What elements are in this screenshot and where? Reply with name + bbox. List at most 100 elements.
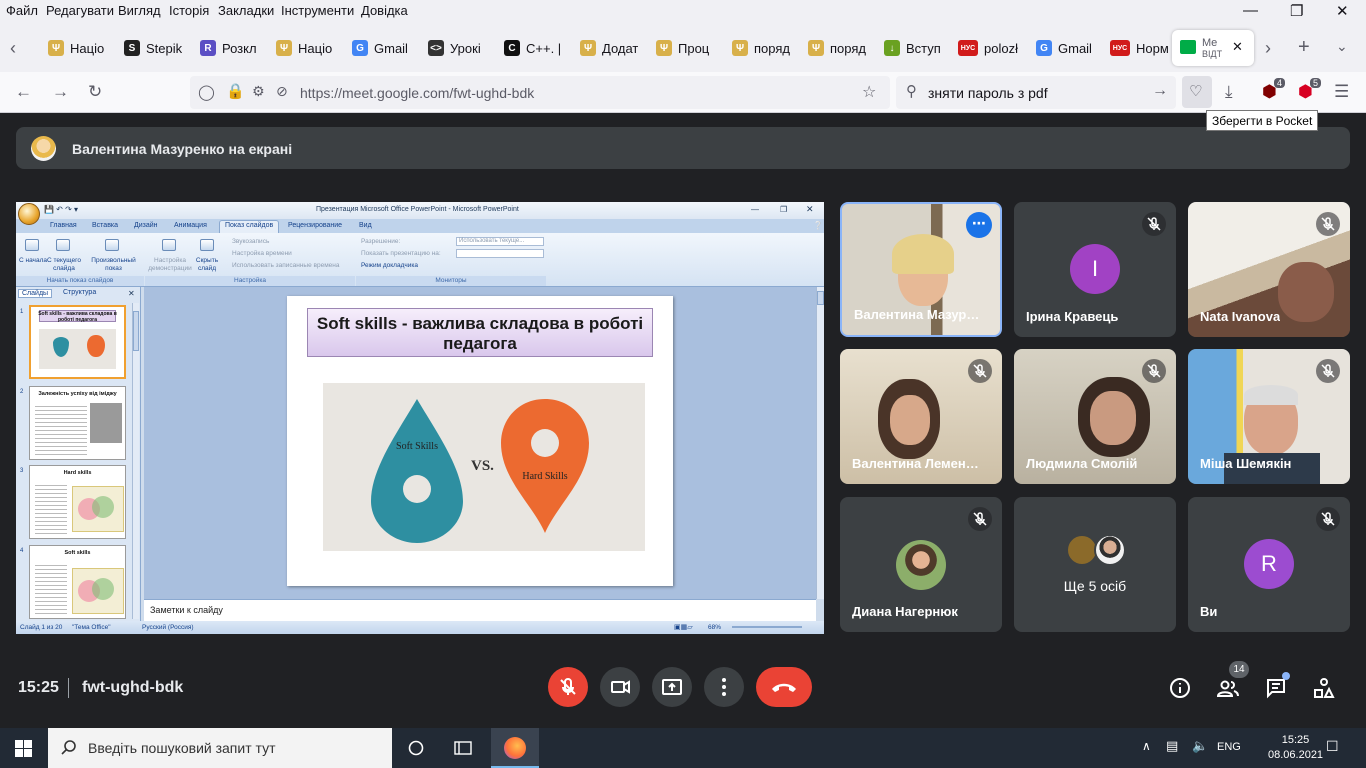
thumbs-scrollbar[interactable] [132,303,139,619]
show-on-select[interactable] [456,249,544,258]
tab-12[interactable]: НУС polozł [958,36,1020,60]
restore-icon[interactable]: ❐ [1290,2,1303,20]
tab-13[interactable]: G Gmail [1036,36,1094,60]
menu-file[interactable]: Файл [6,3,38,18]
search-input[interactable]: зняти пароль з pdf [928,85,1048,101]
tab-5[interactable]: <> Урокі [428,36,486,60]
rehearse-timings-button[interactable]: Настройка времени [232,250,292,258]
new-tab-icon[interactable]: + [1298,36,1310,59]
quick-access-icons[interactable]: 💾 ↶ ↷ ▾ [44,205,78,214]
close-pane-icon[interactable]: ✕ [128,289,135,298]
tab-9[interactable]: Ψпоряд [732,36,790,60]
use-timings-checkbox[interactable]: Использовать записанные времена [232,262,340,270]
zoom-slider[interactable] [732,626,802,628]
hide-slide-button[interactable]: Скрыть слайд [194,257,220,273]
participant-tile-others[interactable]: Ще 5 осіб [1014,497,1176,632]
lock-icon[interactable]: 🔒 [226,82,245,100]
chat-button[interactable] [1264,672,1290,700]
resolution-select[interactable]: Использовать текуще... [456,237,544,246]
url-text[interactable]: https://meet.google.com/fwt-ughd-bdk [300,85,534,101]
menu-history[interactable]: Історія [169,3,209,18]
presenter-view-checkbox[interactable]: Режим докладчика [361,262,418,270]
taskbar-search[interactable]: Введіть пошуковий запит тут [48,728,392,768]
participant-tile[interactable]: Валентина Лемен… [840,349,1002,484]
ppt-tab-slideshow[interactable]: Показ слайдов [225,222,273,229]
menu-edit[interactable]: Редагувати [46,3,114,18]
tab-0[interactable]: Ψ Націо [48,36,106,60]
pocket-button[interactable]: ♡ [1182,76,1212,108]
tab-1[interactable]: S Stepik [124,36,182,60]
participant-tile[interactable]: Nata Ivanova [1188,202,1350,337]
tab-8[interactable]: Ψ Проц [656,36,714,60]
tab-10[interactable]: Ψпоряд [808,36,866,60]
downloads-icon[interactable]: ⤓ [1225,82,1233,102]
more-options-icon[interactable]: ⋯ [966,212,992,238]
tab-2[interactable]: R Розкл [200,36,258,60]
ppt-close-icon[interactable]: ✕ [806,204,814,215]
tab-6[interactable]: C C++. | [504,36,562,60]
menu-view[interactable]: Вигляд [118,3,161,18]
task-view-icon[interactable] [453,739,473,757]
hamburger-menu-icon[interactable]: ☰ [1334,82,1349,102]
present-button[interactable] [652,667,692,707]
tab-7[interactable]: Ψ Додат [580,36,638,60]
more-options-button[interactable] [704,667,744,707]
ppt-restore-icon[interactable]: ❐ [780,205,787,214]
from-current-button[interactable]: С текущего слайда [44,257,84,273]
reload-icon[interactable]: ↻ [88,82,102,102]
tab-11[interactable]: ↓ Вступ [884,36,942,60]
participant-tile[interactable]: ⋯ Валентина Мазур… [840,202,1002,337]
meeting-details-button[interactable] [1168,676,1192,700]
network-icon[interactable]: ▤ [1166,738,1178,754]
list-tabs-icon[interactable]: ⌄ [1336,38,1348,55]
ppt-tab-review[interactable]: Рецензирование [288,222,342,229]
firefox-taskbar-button[interactable] [491,728,539,768]
current-slide[interactable]: Soft skills - важлива складова в роботі … [287,296,673,586]
go-arrow-icon[interactable]: → [1152,82,1168,100]
participant-tile[interactable]: Міша Шемякін [1188,349,1350,484]
cortana-icon[interactable] [407,739,425,757]
slide-thumb-3[interactable]: Hard skills [29,465,126,539]
tab-scroll-right-icon[interactable]: › [1265,38,1271,59]
setup-show-button[interactable]: Настройка демонстрации [144,257,196,273]
soft-vs-hard-image[interactable]: Soft Skills Hard Skills VS. [323,383,645,551]
search-bar[interactable]: ⚲ зняти пароль з pdf → [896,76,1176,109]
participant-tile[interactable]: Диана Нагернюк [840,497,1002,632]
ppt-tab-home[interactable]: Главная [50,222,77,229]
slides-tab[interactable]: Слайды [18,289,53,298]
participant-tile[interactable]: Людмила Смолій [1014,349,1176,484]
slide-scrollbar[interactable] [816,287,824,599]
menu-bookmarks[interactable]: Закладки [218,3,274,18]
custom-show-button[interactable]: Произвольный показ [86,257,141,273]
leave-call-button[interactable] [756,667,812,707]
permissions-icon[interactable]: ⚙ [252,83,265,100]
participant-tile-self[interactable]: R Ви [1188,497,1350,632]
slide-thumb-1[interactable]: Soft skills - важлива складова в роботі … [29,305,126,379]
mic-toggle-button[interactable] [548,667,588,707]
back-icon[interactable]: ← [15,82,32,102]
view-buttons-icon[interactable]: ▣▦▱ [674,623,693,631]
tab-scroll-left-icon[interactable]: ‹ [10,38,16,59]
office-button-icon[interactable] [18,203,40,225]
notes-pane[interactable]: Заметки к слайду [144,599,816,621]
ppt-help-icon[interactable]: ❔ [813,221,823,230]
ppt-tab-insert[interactable]: Вставка [92,222,118,229]
outline-tab[interactable]: Структура [60,289,99,296]
ppt-minimize-icon[interactable]: — [751,205,759,214]
people-button[interactable] [1216,676,1240,700]
notifications-icon[interactable]: ☐ [1326,738,1339,755]
volume-icon[interactable]: 🔈 [1192,738,1208,754]
tab-active-meet[interactable]: Me ВІДТ ✕ [1172,30,1254,66]
shield-icon[interactable]: ◯ [198,83,215,101]
windows-start-icon[interactable] [15,740,32,757]
tray-expand-icon[interactable]: ∧ [1142,739,1151,753]
ppt-tab-view[interactable]: Вид [359,222,372,229]
input-language[interactable]: ENG [1217,741,1241,753]
close-window-icon[interactable]: ✕ [1336,2,1349,20]
close-tab-icon[interactable]: ✕ [1232,39,1243,55]
participant-tile[interactable]: І Ірина Кравець [1014,202,1176,337]
slide-title-box[interactable]: Soft skills - важлива складова в роботі … [307,308,653,357]
record-narration-button[interactable]: Звукозапись [232,238,269,246]
menu-help[interactable]: Довідка [361,3,408,18]
tab-3[interactable]: Ψ Націо [276,36,334,60]
